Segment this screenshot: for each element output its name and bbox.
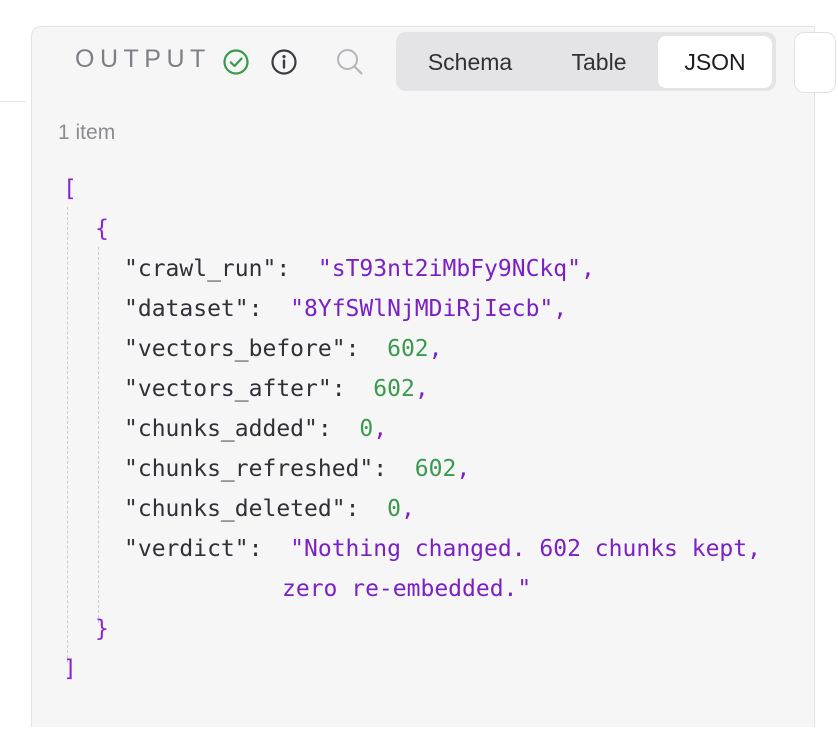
output-header: OUTPUT Schema Table JSON [32,27,836,97]
json-array-close: ] [63,656,77,682]
output-title: OUTPUT [75,45,211,73]
tab-table[interactable]: Table [544,36,654,88]
right-pane-edge [814,0,838,750]
object-indent-guide [98,247,99,623]
search-icon[interactable] [335,47,363,75]
json-array-open: [ [63,176,77,202]
json-key: "dataset" [124,296,249,322]
tab-schema[interactable]: Schema [400,36,540,88]
json-value: "sT93nt2iMbFy9NCkq" [317,256,581,282]
json-field-row: "chunks_refreshed": 602, [124,456,471,482]
json-field-row: "vectors_after": 602, [124,376,429,402]
info-circle-icon[interactable] [270,48,298,76]
view-mode-switcher: Schema Table JSON [396,32,776,91]
json-value: 0 [359,416,374,442]
json-field-row: "chunks_added": 0, [124,416,388,442]
json-value: 602 [414,456,457,482]
json-field-row: "verdict": "Nothing changed. 602 chunks … [124,536,761,562]
json-value: 602 [387,336,429,362]
left-pane-divider [0,101,26,102]
json-value: "8YfSWlNjMDiRjIecb" [290,296,554,322]
check-circle-icon [222,48,250,76]
array-indent-guide [67,207,68,663]
json-object-close: } [95,616,109,642]
tab-json[interactable]: JSON [658,36,772,88]
json-field-row: "vectors_before": 602, [124,336,443,362]
json-key: "vectors_before" [124,336,346,362]
json-value: 602 [373,376,415,402]
json-value-continuation: zero re-embedded." [282,576,532,602]
json-field-row: "chunks_deleted": 0, [124,496,415,522]
json-field-row: "dataset": "8YfSWlNjMDiRjIecb", [124,296,568,322]
output-panel: OUTPUT Schema Table JSON 1 item [{"cra… [31,26,836,727]
json-key: "chunks_deleted" [124,496,346,522]
json-value: "Nothing changed. 602 chunks kept, [290,536,761,562]
item-count: 1 item [58,121,116,144]
json-key: "crawl_run" [124,256,277,282]
left-pane-edge [0,0,31,750]
overflow-control[interactable] [794,32,836,93]
json-value: 0 [387,496,401,522]
json-object-open: { [95,216,109,242]
json-key: "vectors_after" [124,376,332,402]
json-key: "chunks_added" [124,416,318,442]
json-field-row: "crawl_run": "sT93nt2iMbFy9NCkq", [124,256,595,282]
json-key: "chunks_refreshed" [124,456,374,482]
json-key: "verdict" [124,536,249,562]
